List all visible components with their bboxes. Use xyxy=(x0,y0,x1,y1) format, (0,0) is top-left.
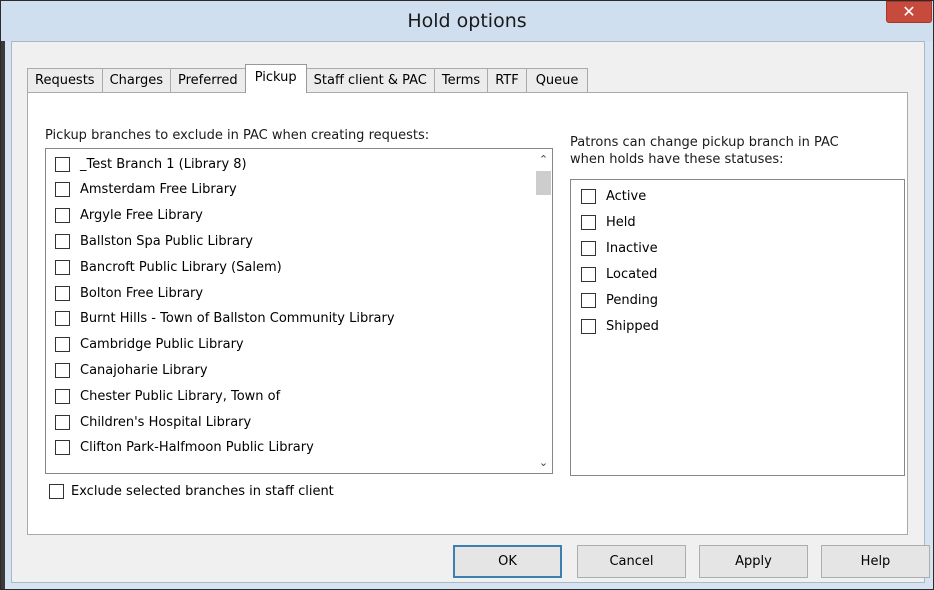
tab-strip: Requests Charges Preferred Pickup Staff … xyxy=(27,64,589,93)
checkbox[interactable] xyxy=(55,414,70,430)
checkbox[interactable] xyxy=(55,156,70,172)
checkbox[interactable] xyxy=(55,311,70,327)
list-item[interactable]: Bolton Free Library xyxy=(55,281,203,305)
status-label-line1: Patrons can change pickup branch in PAC xyxy=(570,135,839,150)
close-button[interactable]: ✕ xyxy=(886,1,932,23)
status-label: Held xyxy=(606,214,636,230)
title-bar[interactable]: Hold options ✕ xyxy=(1,1,933,41)
list-item[interactable]: Shipped xyxy=(581,314,659,338)
dialog-body: Requests Charges Preferred Pickup Staff … xyxy=(11,41,930,583)
window-border xyxy=(1,41,5,589)
list-item[interactable]: Inactive xyxy=(581,236,658,260)
list-item[interactable]: Cambridge Public Library xyxy=(55,333,244,357)
branch-label: Children's Hospital Library xyxy=(80,414,252,430)
list-item[interactable]: Active xyxy=(581,184,646,208)
branch-exclude-list[interactable]: _Test Branch 1 (Library 8) Amsterdam Fre… xyxy=(45,148,553,474)
tab-terms[interactable]: Terms xyxy=(433,68,489,93)
branch-label: Burnt Hills - Town of Ballston Community… xyxy=(80,311,395,327)
ok-button[interactable]: OK xyxy=(453,545,562,578)
vertical-scrollbar[interactable]: ⌃ ⌄ xyxy=(535,149,552,473)
branch-label: Argyle Free Library xyxy=(80,208,203,224)
branch-label: Chester Public Library, Town of xyxy=(80,388,281,404)
exclude-staff-client-checkbox[interactable] xyxy=(49,484,64,499)
exclude-staff-client-label: Exclude selected branches in staff clien… xyxy=(71,484,334,499)
apply-button[interactable]: Apply xyxy=(699,545,808,578)
tab-preferred[interactable]: Preferred xyxy=(170,68,246,93)
status-label: Located xyxy=(606,266,658,282)
chevron-up-icon[interactable]: ⌃ xyxy=(535,151,552,168)
checkbox[interactable] xyxy=(55,259,70,275)
checkbox[interactable] xyxy=(55,208,70,224)
list-item[interactable]: _Test Branch 1 (Library 8) xyxy=(55,152,247,176)
hold-options-dialog: Hold options ✕ Requests Charges Preferre… xyxy=(0,0,934,590)
list-item[interactable]: Argyle Free Library xyxy=(55,204,203,228)
chevron-down-icon[interactable]: ⌄ xyxy=(535,454,552,471)
list-item[interactable]: Burnt Hills - Town of Ballston Community… xyxy=(55,307,395,331)
branch-label: Cambridge Public Library xyxy=(80,337,244,353)
branch-label: Amsterdam Free Library xyxy=(80,182,237,198)
tab-pickup[interactable]: Pickup xyxy=(244,64,307,93)
list-item[interactable]: Bancroft Public Library (Salem) xyxy=(55,255,282,279)
checkbox[interactable] xyxy=(55,388,70,404)
status-label: Shipped xyxy=(606,318,659,334)
checkbox[interactable] xyxy=(55,233,70,249)
list-item[interactable]: Canajoharie Library xyxy=(55,358,208,382)
checkbox[interactable] xyxy=(581,214,596,230)
checkbox[interactable] xyxy=(55,362,70,378)
list-item[interactable]: Amsterdam Free Library xyxy=(55,178,237,202)
close-icon: ✕ xyxy=(902,2,916,21)
branch-label: Clifton Park-Halfmoon Public Library xyxy=(80,440,314,456)
list-item[interactable]: Pending xyxy=(581,288,658,312)
checkbox[interactable] xyxy=(581,240,596,256)
list-item[interactable]: Chester Public Library, Town of xyxy=(55,384,280,408)
pickup-tab-panel: Pickup branches to exclude in PAC when c… xyxy=(27,92,908,535)
list-item[interactable]: Held xyxy=(581,210,636,234)
checkbox[interactable] xyxy=(581,318,596,334)
checkbox[interactable] xyxy=(55,285,70,301)
checkbox[interactable] xyxy=(581,266,596,282)
branch-label: Bolton Free Library xyxy=(80,285,204,301)
checkbox[interactable] xyxy=(55,182,70,198)
status-label: Active xyxy=(606,188,647,204)
tab-charges[interactable]: Charges xyxy=(101,68,172,93)
list-item[interactable]: Ballston Spa Public Library xyxy=(55,229,253,253)
checkbox[interactable] xyxy=(581,188,596,204)
scrollbar-thumb[interactable] xyxy=(536,171,551,195)
checkbox[interactable] xyxy=(581,292,596,308)
status-label: Pending xyxy=(606,292,658,308)
hold-status-list[interactable]: Active Held Inactive Located Pending Shi… xyxy=(570,179,905,476)
status-label-line2: when holds have these statuses: xyxy=(570,152,784,167)
checkbox[interactable] xyxy=(55,337,70,353)
tab-rtf[interactable]: RTF xyxy=(487,68,527,93)
branch-label: _Test Branch 1 (Library 8) xyxy=(80,156,247,172)
branch-label: Canajoharie Library xyxy=(80,362,208,378)
list-item[interactable]: Children's Hospital Library xyxy=(55,410,251,434)
checkbox[interactable] xyxy=(55,440,70,456)
list-item[interactable]: Clifton Park-Halfmoon Public Library xyxy=(55,436,314,460)
window-title: Hold options xyxy=(407,10,527,32)
list-item[interactable]: Located xyxy=(581,262,657,286)
tab-requests[interactable]: Requests xyxy=(27,68,103,93)
branch-label: Ballston Spa Public Library xyxy=(80,233,253,249)
exclude-branches-label: Pickup branches to exclude in PAC when c… xyxy=(45,128,430,143)
branch-label: Bancroft Public Library (Salem) xyxy=(80,259,282,275)
help-button[interactable]: Help xyxy=(821,545,930,578)
exclude-staff-client-option[interactable]: Exclude selected branches in staff clien… xyxy=(49,484,334,499)
status-label: Inactive xyxy=(606,240,658,256)
tab-queue[interactable]: Queue xyxy=(525,68,589,93)
cancel-button[interactable]: Cancel xyxy=(577,545,686,578)
tab-staff-client-pac[interactable]: Staff client & PAC xyxy=(305,68,435,93)
